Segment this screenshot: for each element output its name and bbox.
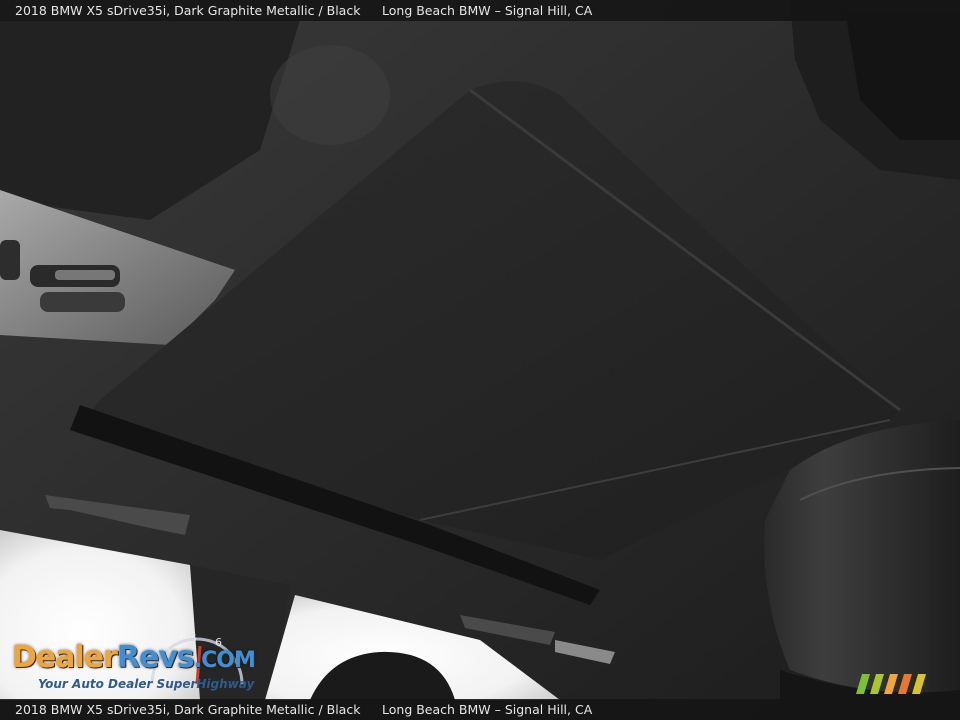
- dealer-caption: Long Beach BMW – Signal Hill, CA: [382, 3, 593, 18]
- brand-part-dealer: Dealer: [12, 640, 118, 675]
- dealer-caption-bottom: Long Beach BMW – Signal Hill, CA: [382, 702, 593, 717]
- brand-stripes-icon: [856, 674, 926, 694]
- sunroof-interior-photo: [0, 0, 960, 720]
- brand-tagline: Your Auto Dealer SuperHighway: [38, 677, 255, 691]
- vehicle-caption: 2018 BMW X5 sDrive35i, Dark Graphite Met…: [15, 3, 361, 18]
- brand-part-dotcom: .COM: [193, 648, 256, 673]
- dealerrevs-watermark: 4 5 6 DealerRevs.COM Your Auto Dealer Su…: [12, 626, 272, 696]
- caption-bar-top: 2018 BMW X5 sDrive35i, Dark Graphite Met…: [0, 0, 960, 21]
- caption-bar-bottom: 2018 BMW X5 sDrive35i, Dark Graphite Met…: [0, 699, 960, 720]
- photo-stage: 2018 BMW X5 sDrive35i, Dark Graphite Met…: [0, 0, 960, 720]
- brand-wordmark: DealerRevs.COM: [12, 640, 256, 675]
- brand-part-revs: Revs: [116, 640, 195, 675]
- vehicle-caption-bottom: 2018 BMW X5 sDrive35i, Dark Graphite Met…: [15, 702, 361, 717]
